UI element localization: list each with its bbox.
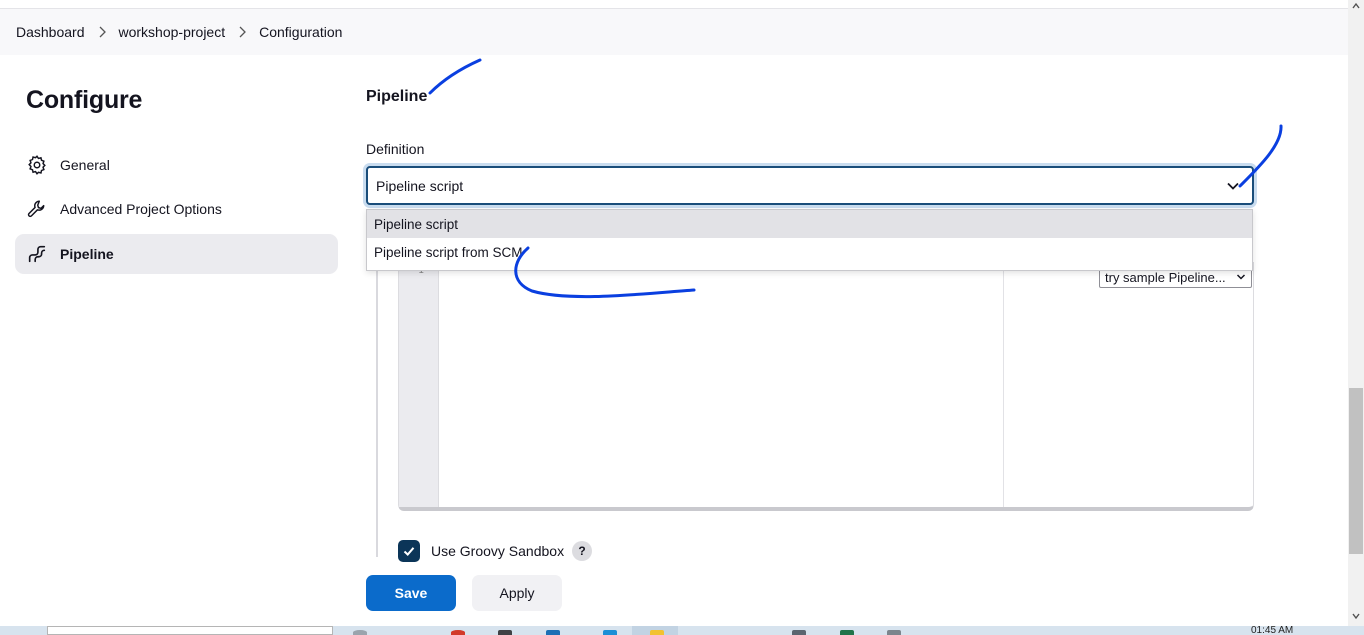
pipeline-script-editor[interactable]: 1 try sample Pipeline... [398, 262, 1254, 511]
sidebar-item-general[interactable]: General [15, 145, 338, 185]
option-pipeline-script[interactable]: Pipeline script [367, 210, 1252, 238]
scroll-down-icon[interactable] [1352, 612, 1360, 620]
sidebar-item-pipeline[interactable]: Pipeline [15, 234, 338, 274]
taskbar-search-box[interactable] [47, 626, 333, 635]
sidebar-item-advanced-project-options[interactable]: Advanced Project Options [15, 189, 338, 229]
scrollbar-thumb[interactable] [1349, 388, 1363, 554]
groovy-sandbox-checkbox[interactable] [398, 540, 420, 562]
groovy-sandbox-row: Use Groovy Sandbox ? [398, 540, 593, 562]
checkmark-icon [403, 547, 415, 556]
taskbar-clock: 01:45 AM [1251, 626, 1294, 635]
chevron-right-icon [225, 26, 259, 38]
sidebar-item-label: Pipeline [60, 246, 114, 262]
apply-button[interactable]: Apply [472, 575, 562, 611]
gear-icon [26, 154, 48, 176]
wrench-icon [26, 198, 48, 220]
taskbar-app-icon[interactable] [546, 630, 560, 635]
code-area[interactable] [440, 263, 1004, 507]
taskbar-app-icon[interactable] [353, 630, 367, 635]
section-divider [376, 262, 378, 557]
definition-label: Definition [366, 141, 425, 157]
groovy-sandbox-label: Use Groovy Sandbox [431, 543, 565, 559]
taskbar-app-icon[interactable] [650, 630, 664, 635]
taskbar-app-icon[interactable] [451, 630, 465, 635]
pen-stroke [428, 58, 482, 95]
breadcrumb-configuration[interactable]: Configuration [259, 24, 342, 40]
option-pipeline-script-from-scm[interactable]: Pipeline script from SCM [367, 238, 1252, 266]
window-top-strip [0, 0, 1348, 9]
chevron-down-icon [1227, 182, 1239, 190]
chevron-down-icon [1236, 274, 1246, 280]
definition-dropdown: Pipeline script Pipeline script from SCM [366, 209, 1253, 271]
taskbar-app-icon[interactable] [792, 630, 806, 635]
help-icon[interactable]: ? [572, 541, 593, 561]
editor-gutter: 1 [399, 263, 439, 507]
taskbar-app-icon[interactable] [498, 630, 512, 635]
pipeline-icon [26, 243, 48, 265]
chevron-right-icon [85, 26, 119, 38]
sidebar-item-label: Advanced Project Options [60, 201, 222, 217]
page-title: Configure [26, 86, 143, 114]
breadcrumb-dashboard[interactable]: Dashboard [16, 24, 85, 40]
taskbar-app-icon[interactable] [840, 630, 854, 635]
button-bar [0, 560, 1348, 626]
definition-select[interactable]: Pipeline script [366, 166, 1254, 205]
taskbar-app-icon[interactable] [603, 630, 617, 635]
scroll-up-icon[interactable] [1352, 2, 1360, 10]
definition-select-value: Pipeline script [376, 177, 464, 194]
os-taskbar: 01:45 AM [0, 626, 1364, 635]
page-scrollbar[interactable] [1348, 0, 1364, 626]
save-button[interactable]: Save [366, 575, 456, 611]
breadcrumb: Dashboard workshop-project Configuration [0, 9, 1348, 55]
section-title-pipeline: Pipeline [366, 88, 428, 105]
sidebar-item-label: General [60, 157, 110, 173]
breadcrumb-workshop-project[interactable]: workshop-project [119, 24, 226, 40]
taskbar-app-icon[interactable] [887, 630, 901, 635]
sample-select-value: try sample Pipeline... [1105, 269, 1226, 285]
